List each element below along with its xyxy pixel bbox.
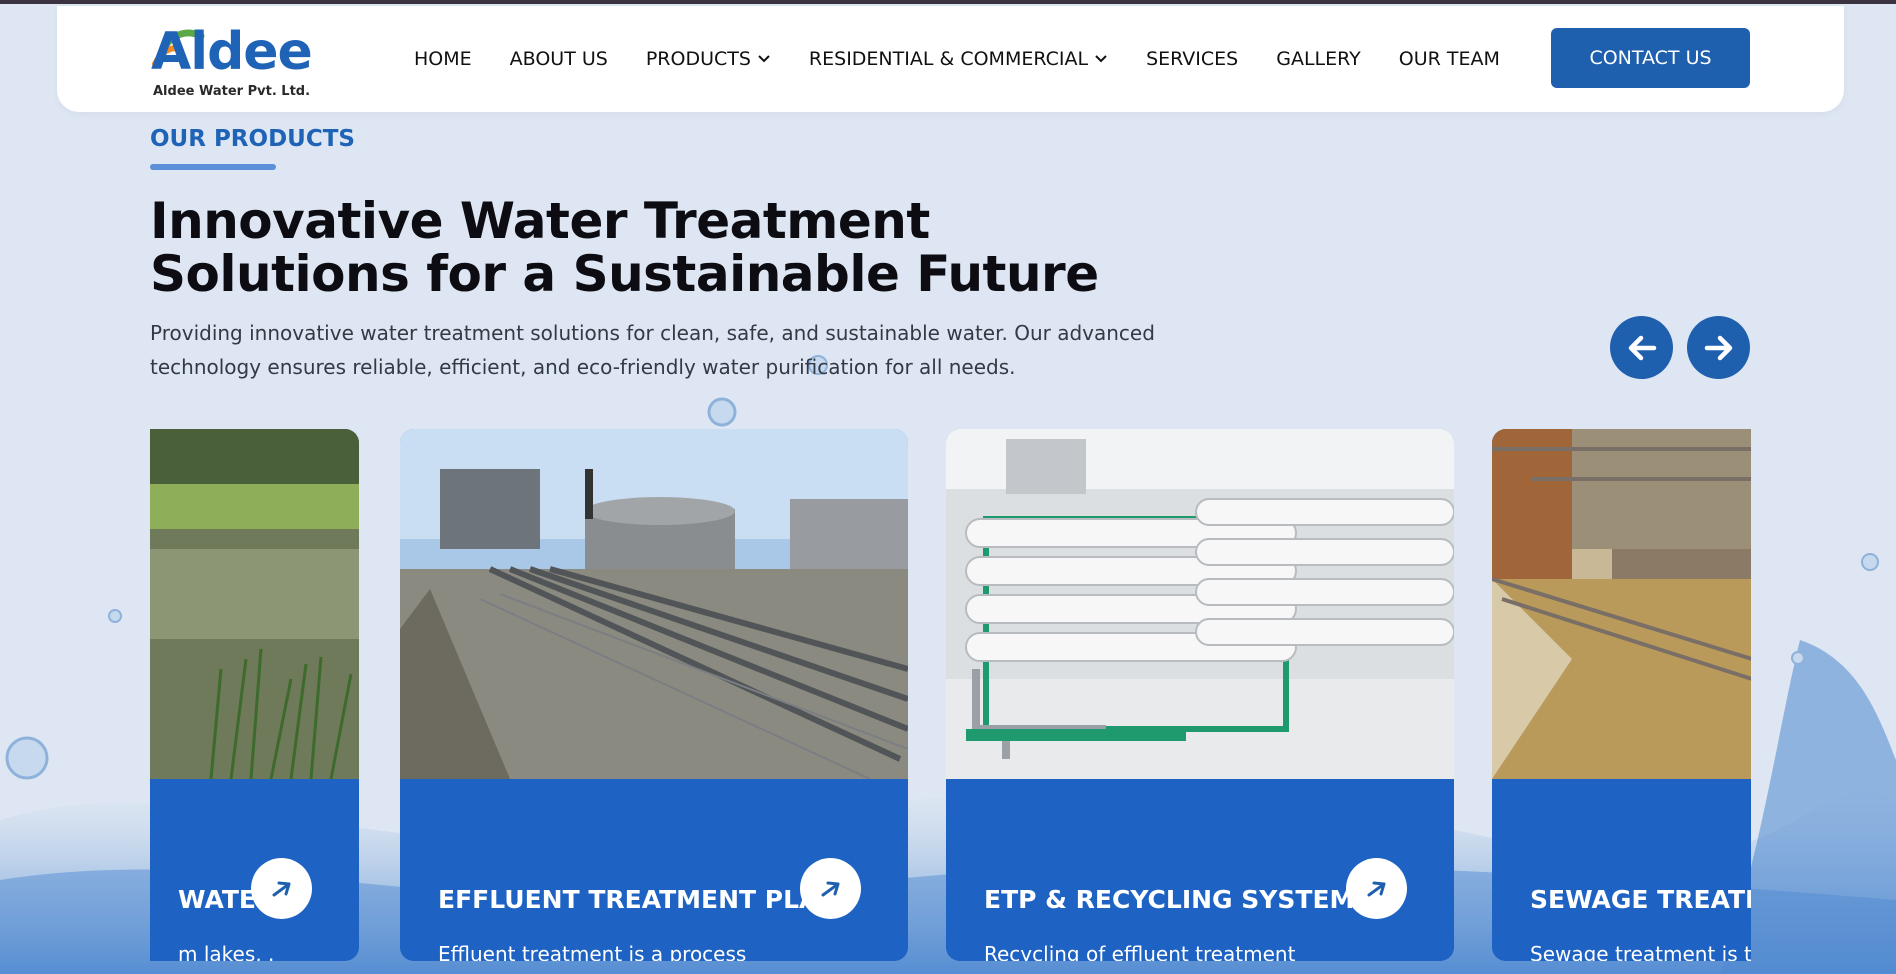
main-nav: HOME ABOUT US PRODUCTS RESIDENTIAL & COM…: [414, 6, 1538, 112]
card-title: SEWAGE TREATM: [1530, 885, 1751, 914]
card-go-button[interactable]: [251, 858, 312, 919]
nav-home[interactable]: HOME: [414, 48, 472, 70]
card-description: Sewage treatment is the removing contami…: [1530, 942, 1751, 961]
product-card-water[interactable]: WATER m lakes, .: [150, 429, 359, 961]
nav-services-label: SERVICES: [1146, 48, 1239, 70]
card-body: [1492, 779, 1751, 961]
section-eyebrow: OUR PRODUCTS: [150, 126, 355, 152]
aldee-logo[interactable]: Aldee Aldee Water Pvt. Ltd.: [151, 20, 321, 104]
product-carousel: WATER m lakes, . EFFLUENT TREATMENT PLAN…: [150, 429, 1751, 962]
card-description: m lakes, .: [178, 942, 275, 961]
ro-membrane-skid-image: [946, 429, 1454, 779]
logo-wordmark: Aldee: [151, 22, 313, 82]
section-headline: Innovative Water Treatment Solutions for…: [150, 192, 1099, 303]
card-description: Effluent treatment is a process of treat…: [438, 942, 747, 961]
product-card-etp-recycling-system[interactable]: ETP & RECYCLING SYSTEM Recycling of effl…: [946, 429, 1454, 961]
nav-residential-commercial[interactable]: RESIDENTIAL & COMMERCIAL: [809, 48, 1108, 70]
nav-our-team-label: OUR TEAM: [1398, 48, 1500, 70]
eyebrow-underline: [150, 164, 276, 170]
nav-about-us-label: ABOUT US: [509, 48, 608, 70]
nav-products[interactable]: PRODUCTS: [646, 48, 771, 70]
nav-products-label: PRODUCTS: [645, 48, 751, 70]
nav-our-team[interactable]: OUR TEAM: [1399, 48, 1500, 70]
card-go-button[interactable]: [1346, 858, 1407, 919]
card-go-button[interactable]: [800, 858, 861, 919]
site-header: Aldee Aldee Water Pvt. Ltd. HOME ABOUT U…: [57, 6, 1844, 112]
card-title: ETP & RECYCLING SYSTEM: [984, 885, 1355, 914]
carousel-next-button[interactable]: [1687, 316, 1750, 379]
effluent-plant-image: [400, 429, 908, 779]
nav-home-label: HOME: [414, 48, 472, 70]
product-card-sewage-treatment[interactable]: SEWAGE TREATM Sewage treatment is the re…: [1492, 429, 1751, 961]
sewage-tank-image: [1492, 429, 1751, 779]
arrow-up-right-icon: [821, 881, 839, 896]
contact-us-button[interactable]: CONTACT US: [1551, 28, 1750, 88]
section-lead: Providing innovative water treatment sol…: [150, 321, 1155, 379]
card-title: EFFLUENT TREATMENT PLANT: [438, 885, 857, 914]
logo-company-name: Aldee Water Pvt. Ltd.: [153, 84, 311, 99]
chevron-down-icon: [1095, 55, 1107, 63]
arrow-up-right-icon: [272, 881, 290, 896]
arrow-up-right-icon: [1367, 881, 1385, 896]
arrow-left-icon: [1628, 335, 1656, 360]
lake-reeds-image: [150, 429, 359, 779]
chevron-down-icon: [758, 55, 770, 63]
nav-services[interactable]: SERVICES: [1146, 48, 1238, 70]
arrow-right-icon: [1704, 335, 1732, 360]
product-card-effluent-treatment-plant[interactable]: EFFLUENT TREATMENT PLANT Effluent treatm…: [400, 429, 908, 961]
nav-residential-commercial-label: RESIDENTIAL & COMMERCIAL: [808, 48, 1089, 70]
card-description: Recycling of effluent treatment is very …: [984, 942, 1296, 961]
carousel-prev-button[interactable]: [1610, 316, 1673, 379]
nav-gallery-label: GALLERY: [1276, 48, 1361, 70]
nav-gallery[interactable]: GALLERY: [1276, 48, 1361, 70]
nav-about-us[interactable]: ABOUT US: [510, 48, 608, 70]
